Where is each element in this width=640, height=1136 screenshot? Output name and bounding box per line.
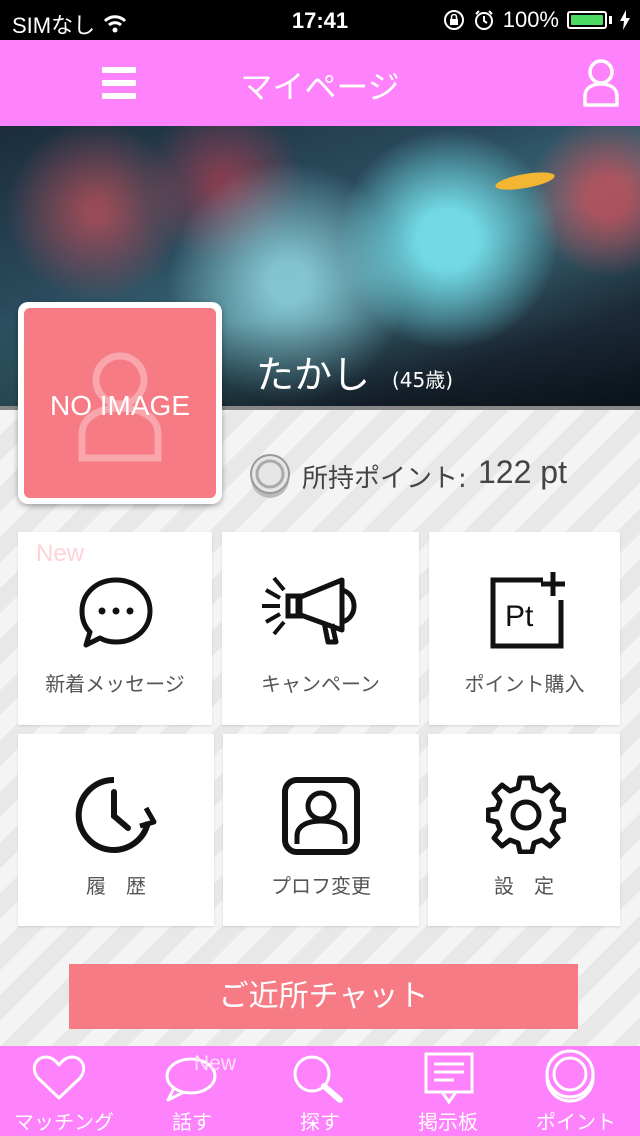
battery-icon <box>567 11 607 29</box>
status-bar: SIMなし 17:41 100% <box>0 0 640 40</box>
gear-icon <box>486 775 566 854</box>
menu-label: 設 定 <box>494 874 554 898</box>
svg-text:Pt: Pt <box>505 600 534 633</box>
points-purchase-icon: Pt <box>490 572 565 649</box>
cover-fish <box>494 168 556 194</box>
content-background <box>0 410 640 1046</box>
points-value: 122 pt <box>478 454 567 490</box>
chat-bubble-icon <box>79 577 153 648</box>
tab-search[interactable]: 探す <box>256 1046 384 1136</box>
menu-settings[interactable]: 設 定 <box>428 734 620 926</box>
points-label: 所持ポイント: <box>302 464 467 494</box>
coin-icon <box>545 1049 595 1103</box>
alarm-icon <box>474 10 493 30</box>
no-image-label: NO IMAGE <box>49 390 190 421</box>
user-name: たかし <box>256 353 371 397</box>
menu-label: 新着メッセージ <box>45 672 185 696</box>
tab-matching[interactable]: マッチング <box>0 1046 128 1136</box>
battery-nub <box>609 16 612 24</box>
tab-label: マッチング <box>14 1110 114 1134</box>
menu-label: ポイント購入 <box>464 672 585 696</box>
menu-campaign[interactable]: キャンペーン <box>222 532 419 725</box>
charging-icon <box>620 10 630 30</box>
bulletin-board-icon <box>424 1052 474 1104</box>
menu-profile-edit[interactable]: プロフ変更 <box>223 734 419 926</box>
page-title: マイページ <box>240 68 400 106</box>
app-header: マイページ <box>0 40 640 126</box>
new-message-badge: New <box>36 540 85 567</box>
talk-new-badge: New <box>194 1052 237 1075</box>
tab-points[interactable]: ポイント <box>512 1046 640 1136</box>
tab-board[interactable]: 掲示板 <box>384 1046 512 1136</box>
history-clock-icon <box>75 776 157 853</box>
menu-history[interactable]: 履 歴 <box>18 734 214 926</box>
neighborhood-chat-button[interactable]: ご近所チャット <box>69 964 578 1029</box>
heart-icon <box>32 1055 86 1100</box>
tab-bar: マッチング 話す 探す 掲示板 ポイント <box>0 1046 640 1136</box>
profile-image-frame[interactable]: NO IMAGE <box>18 302 222 504</box>
menu-point-purchase[interactable]: Pt ポイント購入 <box>429 532 620 725</box>
megaphone-icon <box>262 576 357 645</box>
menu-label: 履 歴 <box>86 874 146 898</box>
tab-talk[interactable]: 話す <box>128 1046 256 1136</box>
tab-label: ポイント <box>536 1110 616 1134</box>
coin-icon <box>250 454 290 498</box>
menu-label: キャンペーン <box>261 672 380 696</box>
menu-label: プロフ変更 <box>271 874 371 898</box>
tab-label: 掲示板 <box>418 1110 478 1134</box>
user-icon[interactable] <box>580 58 622 108</box>
tab-label: 探す <box>300 1110 340 1134</box>
profile-image[interactable]: NO IMAGE <box>24 308 216 498</box>
battery-percent: 100% <box>502 7 559 32</box>
rotation-lock-icon <box>443 10 464 30</box>
profile-card-icon <box>282 777 360 855</box>
magnifier-icon <box>293 1055 343 1103</box>
tab-label: 話す <box>172 1110 212 1134</box>
user-age: (45歳) <box>392 368 454 392</box>
